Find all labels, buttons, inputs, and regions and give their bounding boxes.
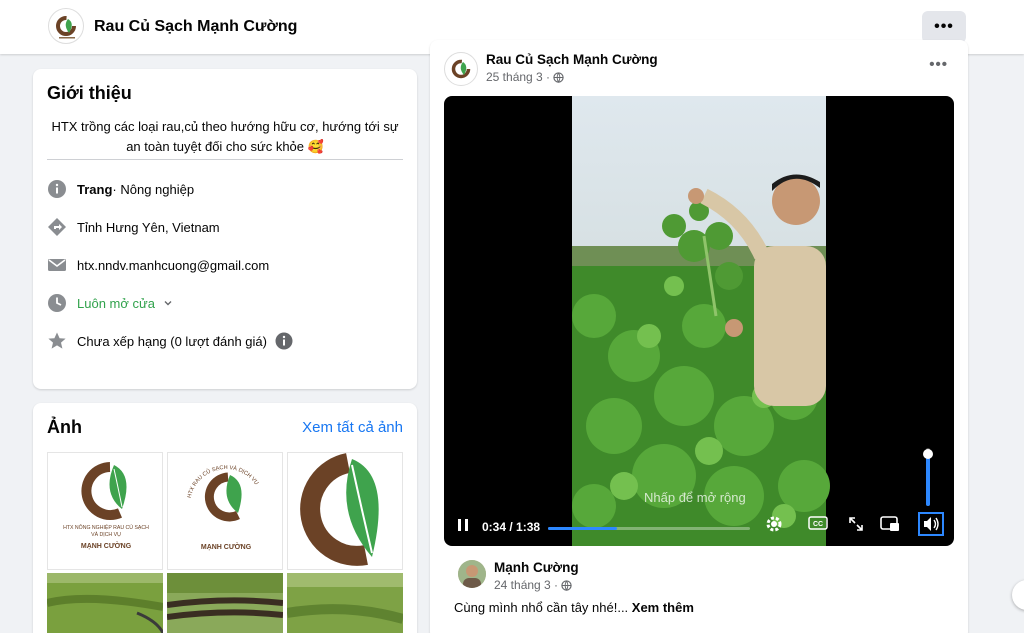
page-title[interactable]: Rau Củ Sạch Mạnh Cường bbox=[94, 18, 297, 36]
photo-thumbnail[interactable]: HTX NÔNG NGHIỆP RAU CỦ SẠCH VÀ DỊCH VỤ M… bbox=[47, 452, 163, 570]
location-row: Tỉnh Hưng Yên, Vietnam bbox=[47, 215, 220, 239]
video-controls: 0:34 / 1:38 CC bbox=[444, 512, 954, 542]
post-caption: Cùng mình nhổ cần tây nhé!... Xem thêm bbox=[454, 600, 694, 615]
post-options-button[interactable]: ••• bbox=[929, 56, 948, 73]
clock-icon bbox=[47, 293, 67, 313]
email-link[interactable]: htx.nndv.manhcuong@gmail.com bbox=[77, 258, 269, 273]
info-icon[interactable] bbox=[275, 332, 293, 350]
hours-text[interactable]: Luôn mở cửa bbox=[77, 296, 155, 311]
click-to-expand-hint: Nhấp để mở rộng bbox=[644, 490, 746, 505]
volume-knob[interactable] bbox=[923, 448, 933, 459]
settings-gear-icon[interactable] bbox=[764, 514, 784, 537]
caption-text: Cùng mình nhổ cần tây nhé!... bbox=[454, 600, 632, 615]
intro-heading: Giới thiệu bbox=[47, 83, 132, 103]
post-date-text[interactable]: 25 tháng 3 · bbox=[486, 70, 553, 84]
sharer-name[interactable]: Mạnh Cường bbox=[494, 560, 579, 575]
video-time: 0:34 / 1:38 bbox=[482, 520, 541, 534]
rating-row: Chưa xếp hạng (0 lượt đánh giá) bbox=[47, 329, 293, 353]
photo-thumbnail[interactable]: HTX RAU CỦ SẠCH VÀ DỊCH VỤ MẠNH CƯỜNG bbox=[167, 452, 283, 570]
photos-card: Ảnh Xem tất cả ảnh HTX NÔNG NGHIỆP RAU C… bbox=[33, 403, 417, 633]
volume-icon[interactable] bbox=[918, 512, 944, 539]
globe-icon bbox=[561, 580, 573, 594]
photo-thumbnail[interactable] bbox=[167, 573, 283, 633]
sharer-avatar[interactable] bbox=[458, 560, 486, 588]
envelope-icon bbox=[47, 255, 67, 275]
video-progress-fill bbox=[548, 527, 617, 530]
location-pin-icon bbox=[47, 217, 67, 237]
video-frame bbox=[572, 96, 830, 546]
post-author[interactable]: Rau Củ Sạch Mạnh Cường bbox=[486, 52, 658, 67]
globe-icon bbox=[553, 72, 565, 86]
category-value: · Nông nghiệp bbox=[112, 181, 195, 197]
shared-post-info: Mạnh Cường 24 tháng 3 · Cùng mình nhổ cầ… bbox=[444, 546, 954, 626]
post-card: Rau Củ Sạch Mạnh Cường 25 tháng 3 · ••• bbox=[430, 40, 968, 633]
intro-card: Giới thiệu HTX trồng các loại rau,củ the… bbox=[33, 69, 417, 389]
floating-action-button[interactable] bbox=[1012, 580, 1024, 610]
fullscreen-icon[interactable] bbox=[848, 516, 864, 535]
svg-text:CC: CC bbox=[813, 521, 823, 528]
volume-level bbox=[926, 453, 930, 506]
star-icon bbox=[47, 331, 67, 351]
photo-thumbnail[interactable] bbox=[287, 452, 403, 570]
photo-thumbnail[interactable] bbox=[287, 573, 403, 633]
video-player[interactable]: Nhấp để mở rộng 0:34 / 1:38 CC bbox=[444, 96, 954, 546]
photo-thumbnail[interactable] bbox=[47, 573, 163, 633]
logo-line-2: VÀ DỊCH VỤ bbox=[91, 531, 121, 538]
video-progress-bar[interactable] bbox=[548, 527, 750, 530]
intro-bio: HTX trồng các loại rau,củ theo hướng hữu… bbox=[51, 119, 399, 154]
location-text[interactable]: Tỉnh Hưng Yên, Vietnam bbox=[77, 220, 220, 235]
logo-brand: MẠNH CƯỜNG bbox=[201, 542, 252, 551]
logo-line-1: HTX NÔNG NGHIỆP RAU CỦ SẠCH bbox=[63, 523, 149, 531]
logo-brand: MẠNH CƯỜNG bbox=[81, 541, 132, 550]
page-logo[interactable] bbox=[48, 8, 84, 44]
category-row: Trang · Nông nghiệp bbox=[47, 177, 194, 201]
page-avatar[interactable] bbox=[444, 52, 478, 86]
volume-slider[interactable] bbox=[923, 448, 933, 506]
rating-text: Chưa xếp hạng (0 lượt đánh giá) bbox=[77, 333, 267, 349]
info-icon bbox=[47, 179, 67, 199]
shared-date[interactable]: 24 tháng 3 · bbox=[494, 578, 573, 594]
chevron-down-icon[interactable] bbox=[163, 298, 173, 308]
more-options-button[interactable]: ••• bbox=[922, 11, 966, 43]
divider bbox=[47, 159, 403, 160]
post-date[interactable]: 25 tháng 3 · bbox=[486, 70, 565, 86]
shared-date-text[interactable]: 24 tháng 3 · bbox=[494, 578, 561, 592]
email-row: htx.nndv.manhcuong@gmail.com bbox=[47, 253, 269, 277]
picture-in-picture-icon[interactable] bbox=[880, 515, 900, 536]
hours-row[interactable]: Luôn mở cửa bbox=[47, 291, 173, 315]
category-label: Trang bbox=[77, 181, 113, 197]
pause-icon[interactable] bbox=[456, 516, 470, 537]
see-all-photos-link[interactable]: Xem tất cả ảnh bbox=[302, 419, 403, 436]
photos-heading: Ảnh bbox=[47, 417, 82, 437]
captions-icon[interactable]: CC bbox=[808, 516, 828, 533]
see-more-link[interactable]: Xem thêm bbox=[632, 600, 694, 615]
